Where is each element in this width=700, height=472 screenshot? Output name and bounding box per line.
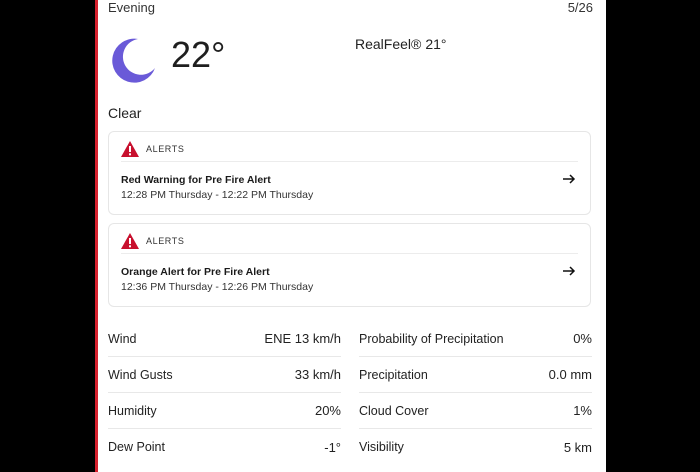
detail-label: Precipitation: [359, 367, 428, 382]
detail-row-cloud-cover: Cloud Cover 1%: [359, 393, 592, 429]
arrow-right-icon[interactable]: [562, 264, 576, 278]
moon-icon: [112, 38, 155, 83]
details-left-column: Wind ENE 13 km/h Wind Gusts 33 km/h Humi…: [108, 321, 341, 465]
detail-row-precipitation: Precipitation 0.0 mm: [359, 357, 592, 393]
realfeel-value: 21°: [425, 36, 447, 52]
period-label: Evening: [108, 0, 155, 15]
detail-row-precip-probability: Probability of Precipitation 0%: [359, 321, 592, 357]
detail-label: Cloud Cover: [359, 403, 429, 418]
detail-value: 20%: [314, 403, 341, 418]
alert-tag: ALERTS: [146, 236, 185, 246]
alert-time: 12:36 PM Thursday - 12:26 PM Thursday: [121, 281, 314, 293]
warning-icon: [121, 141, 139, 157]
detail-label: Wind: [108, 331, 137, 346]
detail-row-humidity: Humidity 20%: [108, 393, 341, 429]
divider: [121, 253, 578, 254]
alert-header: ALERTS: [121, 233, 184, 249]
detail-label: Visibility: [359, 440, 404, 454]
arrow-right-icon[interactable]: [562, 172, 576, 186]
detail-label: Probability of Precipitation: [359, 331, 504, 346]
detail-row-visibility: Visibility 5 km: [359, 429, 592, 465]
date-label: 5/26: [567, 0, 593, 15]
detail-label: Dew Point: [108, 440, 165, 454]
alert-time: 12:28 PM Thursday - 12:22 PM Thursday: [121, 189, 314, 201]
realfeel: RealFeel® 21°: [355, 36, 447, 52]
alert-header: ALERTS: [121, 141, 184, 157]
detail-value: 1%: [573, 403, 592, 418]
alert-card-red-warning[interactable]: ALERTS Red Warning for Pre Fire Alert 12…: [108, 131, 591, 215]
detail-value: 0.0 mm: [548, 367, 592, 382]
detail-label: Humidity: [108, 403, 157, 418]
detail-value: 0%: [573, 331, 592, 346]
temperature: 22°: [171, 34, 226, 75]
alert-tag: ALERTS: [146, 144, 185, 154]
alert-title: Red Warning for Pre Fire Alert: [121, 174, 271, 186]
alert-card-orange-alert[interactable]: ALERTS Orange Alert for Pre Fire Alert 1…: [108, 223, 591, 307]
condition-text: Clear: [108, 105, 142, 121]
period-header: Evening 5/26: [108, 0, 593, 15]
weather-card: Evening 5/26 22° RealFeel® 21° Clear ALER…: [95, 0, 606, 472]
details-right-column: Probability of Precipitation 0% Precipit…: [359, 321, 592, 465]
detail-value: 5 km: [563, 439, 592, 455]
detail-label: Wind Gusts: [108, 367, 173, 382]
detail-row-dew-point: Dew Point -1°: [108, 429, 341, 465]
detail-row-wind: Wind ENE 13 km/h: [108, 321, 341, 357]
divider: [121, 161, 578, 162]
detail-value: 33 km/h: [294, 367, 341, 382]
detail-row-wind-gusts: Wind Gusts 33 km/h: [108, 357, 341, 393]
warning-icon: [121, 233, 139, 249]
detail-value: -1°: [324, 439, 341, 455]
realfeel-label: RealFeel®: [355, 36, 422, 52]
alert-title: Orange Alert for Pre Fire Alert: [121, 266, 270, 278]
detail-value: ENE 13 km/h: [264, 331, 341, 346]
